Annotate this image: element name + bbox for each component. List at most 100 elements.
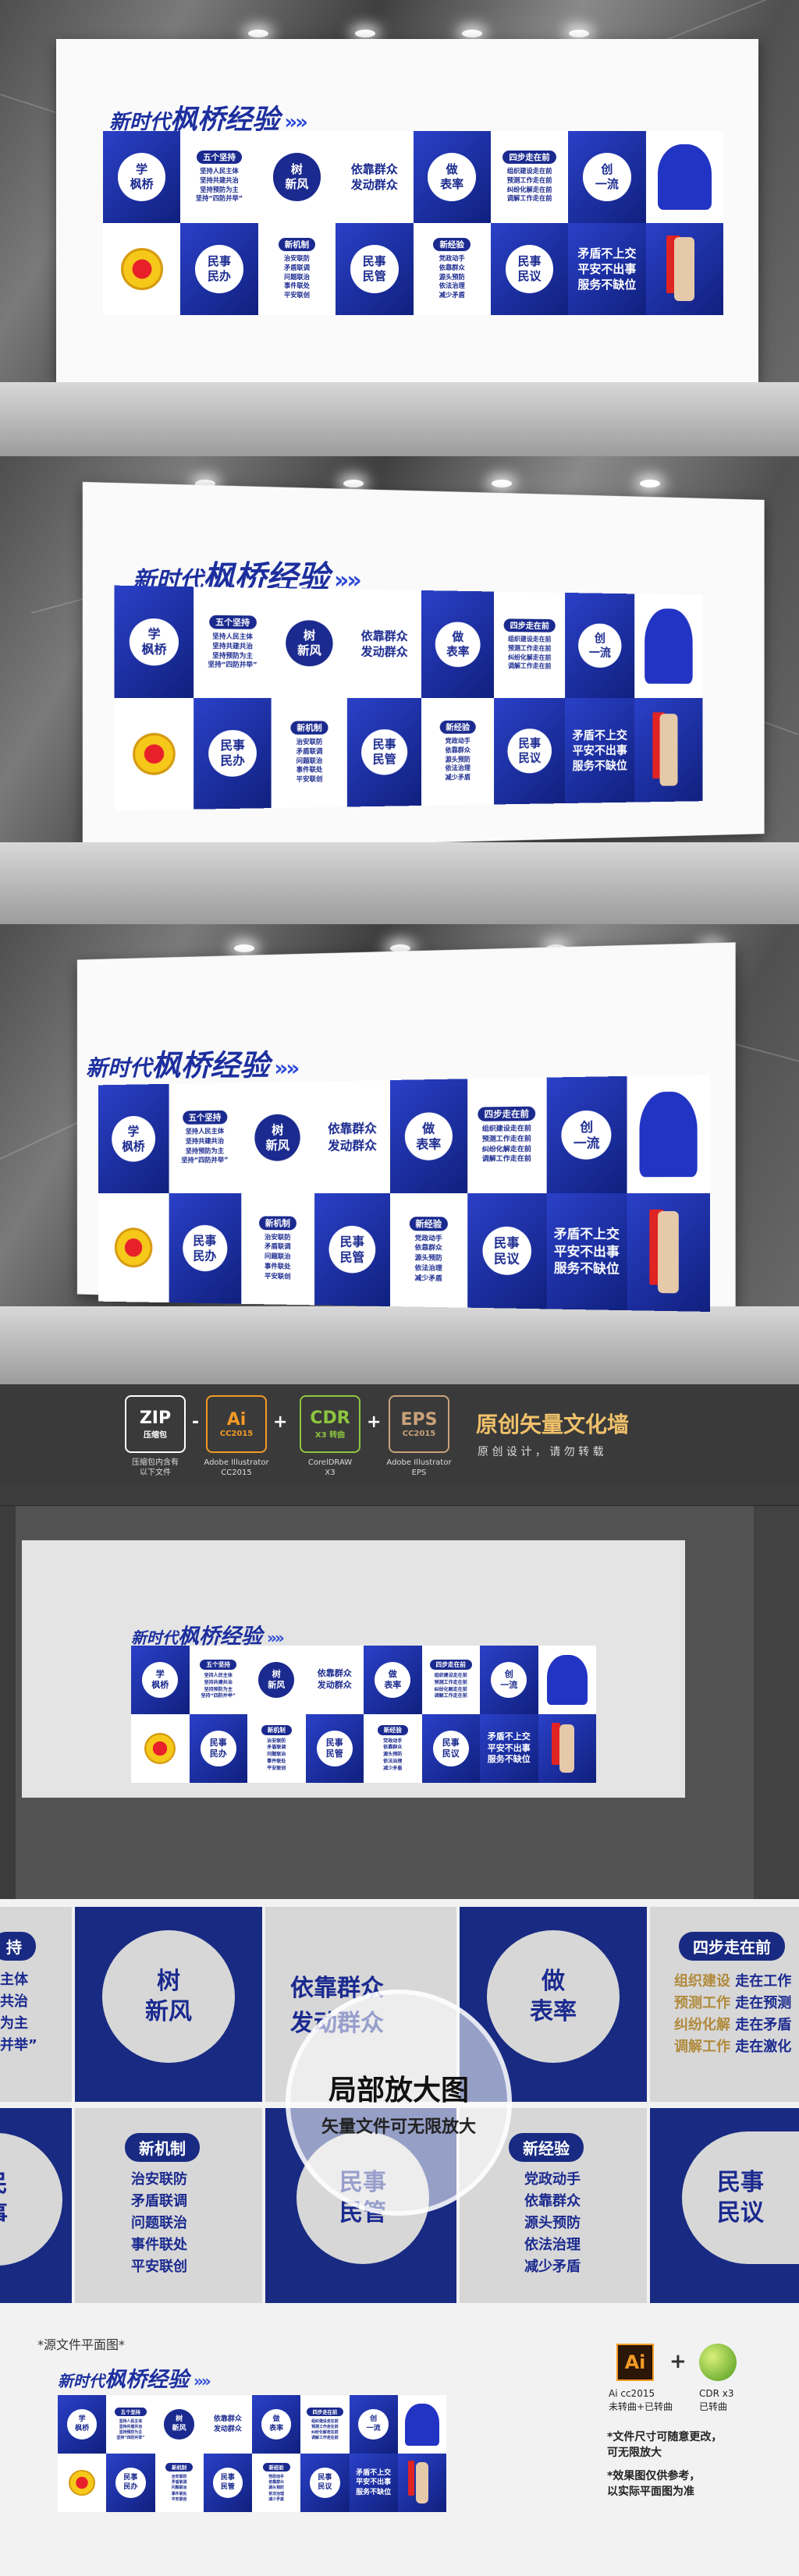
cell-circle: 民事 民议 [481,1226,531,1276]
wall-cell: 五个坚持 坚持人民主体 坚持共建共治 坚持预防为主 坚持“四防并举” [169,1082,241,1193]
format-banner: ZIP 压缩包 压缩包内含有 以下文件 - Ai CC2015 Adobe Illustra… [0,1384,799,1486]
format-separator: - [192,1412,200,1432]
wall-cell [634,594,703,698]
wall-cell [131,1714,190,1783]
wall-cell: 创 一流 [349,2395,398,2454]
wall-cell: 新经验 党政动手 依靠群众 源头预防 依法治理 减少矛盾 [390,1193,467,1308]
wall-cell: 依靠群众 发动群众 [203,2395,252,2454]
cell-circle: 做 表率 [375,1661,411,1699]
cell-circle: 创 一流 [491,1661,527,1699]
wall-cell: 民事 民议 [467,1193,547,1309]
zoom-pill-3: 新经验 [509,2133,584,2162]
zoom-circle-2: 做 表率 [487,1930,620,2063]
cell-circle: 做 表率 [261,2409,292,2440]
mockup-scene-2: 新时代枫桥经验»» 学 枫桥 五个坚持 坚持人民主体 坚持共建共治 坚持预防为主 坚… [0,456,799,924]
wall-cell: 民事 民办 [169,1193,241,1304]
cell-circle: 树 新风 [258,1661,295,1699]
artboard-grid[interactable]: 学 枫桥 五个坚持 坚持人民主体 坚持共建共治 坚持预防为主 坚持“四防并举” 树 新… [131,1646,596,1783]
wall-cell: 五个坚持 坚持人民主体 坚持共建共治 坚持预防为主 坚持“四防并举” [180,131,258,223]
zoom-list-3: 党政动手 依靠群众 源头预防 依法治理 减少矛盾 [524,2171,581,2275]
torch-hand-icon [657,1210,680,1294]
cell-circle: 民事 民办 [195,245,243,293]
cell-pill: 新经验 [377,1724,408,1735]
banner-headline: 原创矢量文化墙 [476,1412,630,1437]
cell-list: 坚持人民主体 坚持共建共治 坚持预防为主 坚持“四防并举” [116,2418,145,2441]
cell-pill: 新经验 [409,1216,449,1231]
wall-cell: 民事 民办 [194,698,272,810]
title-arrows: »» [267,1628,285,1647]
police-emblem-icon [132,732,176,775]
cell-pill: 四步走在前 [478,1106,536,1121]
cell-circle: 学 枫桥 [66,2409,98,2440]
cdr-label: CDR x3 已转曲 [699,2388,734,2413]
cell-pill: 四步走在前 [306,2407,344,2416]
format-separator: + [367,1412,382,1432]
cell-text: 依靠群众 发动群众 [350,161,398,192]
wall-cell: 树 新风 [247,1646,306,1714]
wall-cell: 树 新风 [154,2395,204,2454]
wall-grid: 学 枫桥 五个坚持 坚持人民主体 坚持共建共治 坚持预防为主 坚持“四防并举” 树 新… [98,1075,710,1312]
cell-list: 党政动手 依靠群众 源头预防 依法治理 减少矛盾 [439,253,465,299]
cdr-icon [699,2344,737,2381]
cell-list: 治安联防 矛盾联调 问题联治 事件联处 平安联创 [264,1233,291,1281]
title-arrows: »» [194,2372,211,2390]
format-separator: + [273,1412,288,1432]
wall-grid: 学 枫桥 五个坚持 坚持人民主体 坚持共建共治 坚持预防为主 坚持“四防并举” 树 新… [114,585,703,811]
cell-circle: 民事 民管 [361,728,408,776]
cell-circle: 树 新风 [254,1114,301,1161]
cell-circle: 创 一流 [358,2409,389,2440]
zoom-list-row: 调解工作 走在激化 [674,2038,792,2055]
wall-cell: 新机制 治安联防 矛盾联调 问题联治 事件联处 平安联创 [154,2454,204,2512]
wall-cell [58,2454,107,2512]
wall-cell: 做 表率 [421,590,495,698]
cell-list: 党政动手 依靠群众 源头预防 依法治理 减少矛盾 [445,736,471,782]
people-silhouette-icon [657,144,712,211]
wall-cell: 五个坚持 坚持人民主体 坚持共建共治 坚持预防为主 坚持“四防并举” [194,586,272,698]
cell-circle: 民事 民管 [350,245,399,293]
wall-cell: 新机制治安联防 矛盾联调 问题联治 事件联处 平安联创 [240,1193,315,1306]
floor [0,382,799,456]
wall-cell [98,1193,169,1303]
cell-list: 组织建设走在前 预测工作走在前 纠纷化解走在前 调解工作走在前 [506,166,552,203]
zoom-list-row: 预测工作 走在预测 [674,1994,792,2011]
cell-circle: 民事 民办 [182,1224,228,1272]
zoom-pill-1: 四步走在前 [679,1932,785,1961]
title-prefix: 新时代 [131,1628,178,1647]
wall-cell [114,698,194,811]
cell-pill: 四步走在前 [502,150,556,164]
ai-icon: Ai [616,2344,654,2381]
cell-pill: 新机制 [290,721,328,735]
cell-text: 矛盾不上交 平安不出事 服务不缺位 [572,728,627,773]
torch-hand-icon [559,1724,575,1773]
cell-list: 坚持人民主体 坚持共建共治 坚持预防为主 坚持“四防并举” [195,166,243,203]
wall-cell: 新经验 党政动手 依靠群众 源头预防 依法治理 减少矛盾 [413,223,491,315]
wall-cell: 矛盾不上交 平安不出事 服务不缺位 [568,223,646,315]
zoom-detail: 持 主体 共治 为主 并举” 树 新风 依靠群众 发动群众 做 表率 四步走在前… [0,1899,799,2312]
cell-pill: 新机制 [259,1216,297,1230]
cell-text: 依靠群众 发动群众 [360,628,408,659]
cell-list: 组织建设走在前 预测工作走在前 纠纷化解走在前 调解工作走在前 [311,2418,339,2441]
wall-cell: 依靠群众 发动群众 [305,1646,364,1714]
wall-cell: 新经验 党政动手 依靠群众 源头预防 依法治理 减少矛盾 [252,2454,301,2512]
cell-pill: 五个坚持 [208,615,257,629]
wall-cell: 学 枫桥 [103,131,181,223]
format-label: CorelDRAW X3 [307,1458,353,1477]
tools-panel[interactable] [0,1506,16,1899]
cell-circle: 创 一流 [578,622,622,668]
title-main: 枫桥经验 [151,1048,270,1082]
wall-title: 新时代枫桥经验»» [86,1041,300,1084]
wall-cell: 四步走在前组织建设走在前 预测工作走在前 纠纷化解走在前 调解工作走在前 [490,131,569,223]
layers-panel[interactable] [754,1506,799,1899]
wall-cell [627,1193,710,1312]
zoom-pill-2: 新机制 [125,2133,200,2162]
app-toolbar[interactable] [0,1486,799,1506]
wall-cell: 新机制 治安联防 矛盾联调 问题联治 事件联处 平安联创 [247,1714,306,1783]
cell-circle: 做 表率 [404,1111,453,1161]
title-prefix: 新时代 [86,1055,152,1081]
floor [0,842,799,924]
police-emblem-icon [120,248,163,290]
cell-circle: 做 表率 [428,153,476,201]
cell-circle: 民事 民议 [505,245,554,293]
cell-list: 坚持人民主体 坚持共建共治 坚持预防为主 坚持“四防并举” [181,1128,229,1165]
title-main: 枫桥经验 [105,2368,189,2392]
